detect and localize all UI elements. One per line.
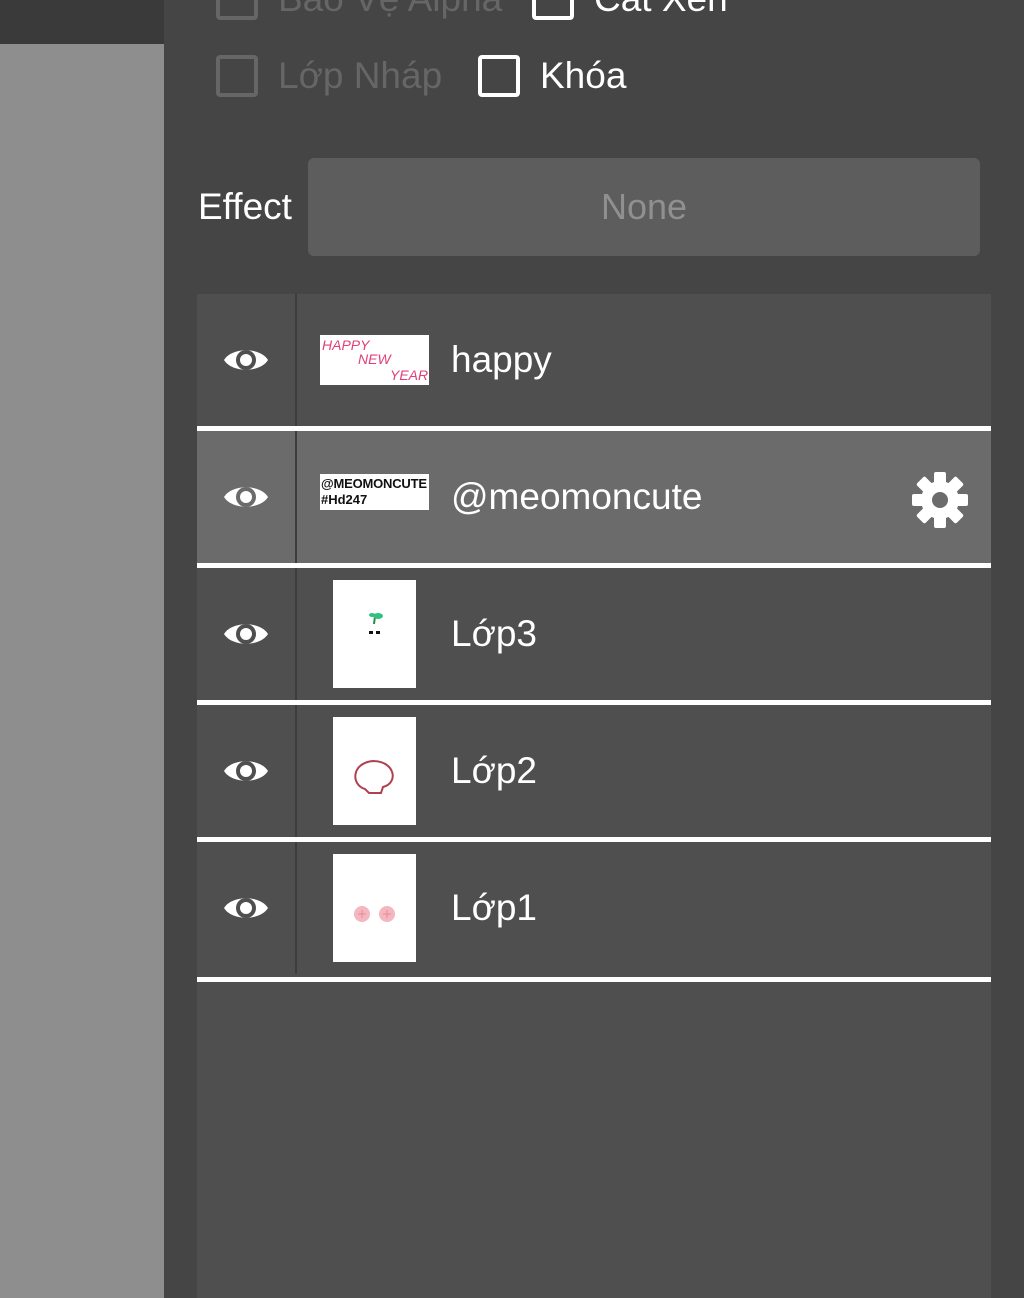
svg-text:YEAR: YEAR	[390, 367, 428, 383]
layer-name: happy	[451, 339, 552, 380]
draft-layer-checkbox[interactable]	[216, 55, 258, 97]
happy-new-year-thumbnail: HAPPY NEW YEAR	[322, 337, 428, 383]
layer-name: @meomoncute	[451, 476, 703, 517]
layer-thumbnail: HAPPY NEW YEAR	[320, 335, 429, 385]
draft-layer-option[interactable]: Lớp Nháp	[216, 55, 442, 97]
canvas-topbar	[0, 0, 164, 44]
eye-icon	[224, 761, 268, 781]
layer-row[interactable]: Lớp3	[197, 568, 991, 700]
layer-visibility-toggle[interactable]	[197, 431, 297, 563]
sprout-thumbnail	[369, 613, 383, 634]
layer-row[interactable]: Lớp2	[197, 705, 991, 837]
eye-icon	[224, 487, 268, 507]
face-outline-thumbnail	[354, 759, 394, 794]
eye-icon	[224, 898, 268, 918]
clipping-checkbox[interactable]	[532, 0, 574, 20]
lock-option[interactable]: Khóa	[478, 55, 626, 97]
eye-icon	[224, 624, 268, 644]
layer-thumbnail	[333, 854, 416, 962]
layer-thumbnail	[333, 580, 416, 688]
eye-icon	[224, 350, 268, 370]
svg-text:NEW: NEW	[358, 351, 392, 367]
layer-name: Lớp2	[451, 750, 537, 791]
layer-thumbnail: @MEOMONCUTE #Hd247	[320, 474, 429, 510]
layer-visibility-toggle[interactable]	[197, 705, 297, 837]
layer-visibility-toggle[interactable]	[197, 568, 297, 700]
alpha-protect-label: Bảo Vệ Alpha	[278, 0, 502, 20]
layer-visibility-toggle[interactable]	[197, 294, 297, 426]
draft-layer-label: Lớp Nháp	[278, 55, 443, 96]
effect-label: Effect	[198, 186, 292, 227]
layer-row[interactable]: Lớp1	[197, 842, 991, 974]
layer-name: Lớp3	[451, 613, 537, 654]
layer-thumbnail	[333, 717, 416, 825]
gear-icon[interactable]	[911, 471, 969, 529]
clipping-label: Cắt Xén	[594, 0, 728, 20]
layer-row[interactable]: HAPPY NEW YEAR happy	[197, 294, 991, 426]
layer-name: Lớp1	[451, 887, 537, 928]
lock-checkbox[interactable]	[478, 55, 520, 97]
layer-list: HAPPY NEW YEAR happy @MEOMONCUTE #Hd247 …	[197, 294, 991, 1298]
lock-label: Khóa	[540, 55, 627, 96]
layer-visibility-toggle[interactable]	[197, 842, 297, 974]
clipping-option[interactable]: Cắt Xén	[532, 0, 728, 20]
svg-text:@MEOMONCUTE: @MEOMONCUTE	[321, 476, 427, 491]
alpha-protect-option[interactable]: Bảo Vệ Alpha	[216, 0, 502, 20]
alpha-protect-checkbox[interactable]	[216, 0, 258, 20]
drawing-canvas[interactable]	[0, 44, 164, 1298]
layer-divider	[197, 977, 991, 982]
blush-thumbnail	[354, 906, 395, 922]
effect-select[interactable]: None	[308, 158, 980, 256]
svg-text:#Hd247: #Hd247	[321, 492, 367, 507]
layer-row[interactable]: @MEOMONCUTE #Hd247 @meomoncute	[197, 431, 991, 563]
meomoncute-thumbnail: @MEOMONCUTE #Hd247	[321, 476, 427, 507]
